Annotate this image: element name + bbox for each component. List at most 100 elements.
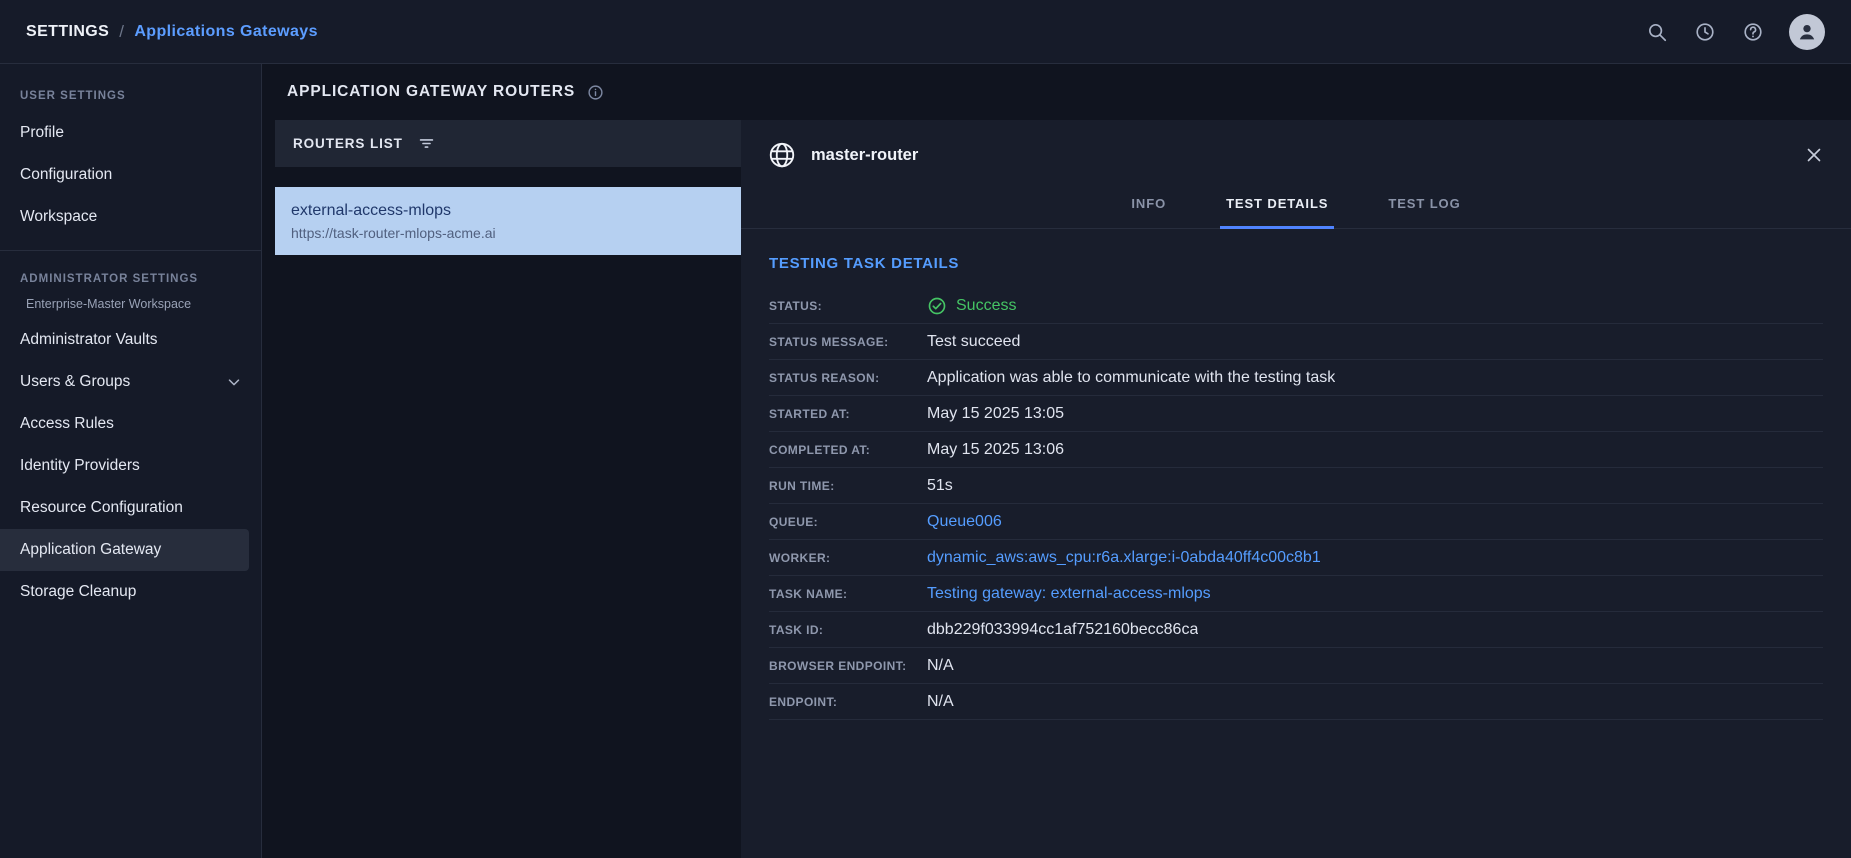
sidebar-item-storage-cleanup[interactable]: Storage Cleanup <box>0 571 261 613</box>
clock-icon[interactable] <box>1693 20 1717 44</box>
row-label: TASK ID: <box>769 623 927 637</box>
row-label: COMPLETED AT: <box>769 443 927 457</box>
queue-link[interactable]: Queue006 <box>927 513 1002 531</box>
detail-row-started-at: STARTED AT: May 15 2025 13:05 <box>769 396 1823 432</box>
sidebar: USER SETTINGS Profile Configuration Work… <box>0 64 262 858</box>
sidebar-divider <box>0 250 261 251</box>
row-label: ENDPOINT: <box>769 695 927 709</box>
row-value: N/A <box>927 693 954 711</box>
detail-row-endpoint: ENDPOINT: N/A <box>769 684 1823 720</box>
detail-row-browser-endpoint: BROWSER ENDPOINT: N/A <box>769 648 1823 684</box>
page-header: APPLICATION GATEWAY ROUTERS <box>262 64 1851 120</box>
routers-list-panel: ROUTERS LIST external-access-mlops https… <box>275 120 741 858</box>
breadcrumb: SETTINGS / Applications Gateways <box>26 22 318 42</box>
row-label: WORKER: <box>769 551 927 565</box>
row-value: Application was able to communicate with… <box>927 369 1335 387</box>
search-icon[interactable] <box>1645 20 1669 44</box>
breadcrumb-separator: / <box>119 22 124 42</box>
router-name: external-access-mlops <box>291 202 725 220</box>
tab-info[interactable]: INFO <box>1125 182 1172 228</box>
sidebar-item-administrator-vaults[interactable]: Administrator Vaults <box>0 319 261 361</box>
tab-test-log[interactable]: TEST LOG <box>1382 182 1466 228</box>
router-list-item-selected[interactable]: external-access-mlops https://task-route… <box>275 187 741 255</box>
status-text: Success <box>956 297 1016 315</box>
sidebar-item-label: Profile <box>20 124 64 142</box>
breadcrumb-current: Applications Gateways <box>134 23 318 41</box>
topbar: SETTINGS / Applications Gateways <box>0 0 1851 64</box>
admin-workspace-name: Enterprise-Master Workspace <box>0 295 261 319</box>
main-content: APPLICATION GATEWAY ROUTERS ROUTERS LIST <box>262 64 1851 858</box>
router-detail-panel: master-router INFO TEST DETAILS TEST LOG… <box>741 120 1851 858</box>
sidebar-item-label: Application Gateway <box>20 541 161 559</box>
check-circle-icon <box>927 296 947 316</box>
user-settings-section-label: USER SETTINGS <box>0 82 261 112</box>
detail-row-task-id: TASK ID: dbb229f033994cc1af752160becc86c… <box>769 612 1823 648</box>
row-value: N/A <box>927 657 954 675</box>
breadcrumb-settings[interactable]: SETTINGS <box>26 23 109 41</box>
sidebar-item-application-gateway[interactable]: Application Gateway <box>0 529 249 571</box>
row-label: BROWSER ENDPOINT: <box>769 659 927 673</box>
sidebar-item-workspace[interactable]: Workspace <box>0 196 261 238</box>
row-label: STATUS MESSAGE: <box>769 335 927 349</box>
page-title: APPLICATION GATEWAY ROUTERS <box>287 83 575 101</box>
row-label: TASK NAME: <box>769 587 927 601</box>
row-label: QUEUE: <box>769 515 927 529</box>
routers-list-header: ROUTERS LIST <box>275 120 741 167</box>
detail-tabs: INFO TEST DETAILS TEST LOG <box>741 182 1851 229</box>
row-value: May 15 2025 13:06 <box>927 441 1064 459</box>
row-value: dbb229f033994cc1af752160becc86ca <box>927 621 1198 639</box>
detail-row-completed-at: COMPLETED AT: May 15 2025 13:06 <box>769 432 1823 468</box>
panels: ROUTERS LIST external-access-mlops https… <box>262 120 1851 858</box>
details-table: STATUS: Success <box>769 288 1823 720</box>
sidebar-item-label: Storage Cleanup <box>20 583 136 601</box>
detail-header: master-router <box>741 120 1851 182</box>
tab-test-details[interactable]: TEST DETAILS <box>1220 182 1334 228</box>
app-root: SETTINGS / Applications Gateways <box>0 0 1851 858</box>
routers-list-title: ROUTERS LIST <box>293 136 403 151</box>
detail-row-run-time: RUN TIME: 51s <box>769 468 1823 504</box>
help-icon[interactable] <box>1741 20 1765 44</box>
sidebar-item-configuration[interactable]: Configuration <box>0 154 261 196</box>
detail-row-task-name: TASK NAME: Testing gateway: external-acc… <box>769 576 1823 612</box>
row-label: STATUS REASON: <box>769 371 927 385</box>
worker-link[interactable]: dynamic_aws:aws_cpu:r6a.xlarge:i-0abda40… <box>927 549 1321 567</box>
sidebar-item-access-rules[interactable]: Access Rules <box>0 403 261 445</box>
router-url: https://task-router-mlops-acme.ai <box>291 225 725 241</box>
sidebar-item-label: Administrator Vaults <box>20 331 158 349</box>
row-label: STATUS: <box>769 299 927 313</box>
sidebar-item-identity-providers[interactable]: Identity Providers <box>0 445 261 487</box>
sidebar-item-label: Workspace <box>20 208 97 226</box>
admin-settings-section-label: ADMINISTRATOR SETTINGS <box>0 265 261 295</box>
sidebar-item-users-groups[interactable]: Users & Groups <box>0 361 261 403</box>
detail-row-status: STATUS: Success <box>769 288 1823 324</box>
routers-list-body: external-access-mlops https://task-route… <box>275 167 741 858</box>
sidebar-item-label: Resource Configuration <box>20 499 183 517</box>
content-shell: USER SETTINGS Profile Configuration Work… <box>0 64 1851 858</box>
router-detail-title: master-router <box>811 146 918 165</box>
globe-icon <box>767 140 797 170</box>
sidebar-item-resource-configuration[interactable]: Resource Configuration <box>0 487 261 529</box>
detail-row-queue: QUEUE: Queue006 <box>769 504 1823 540</box>
detail-row-status-message: STATUS MESSAGE: Test succeed <box>769 324 1823 360</box>
close-icon[interactable] <box>1803 144 1825 166</box>
row-value: Test succeed <box>927 333 1020 351</box>
info-icon[interactable] <box>587 84 604 101</box>
detail-row-worker: WORKER: dynamic_aws:aws_cpu:r6a.xlarge:i… <box>769 540 1823 576</box>
sidebar-item-label: Configuration <box>20 166 112 184</box>
detail-row-status-reason: STATUS REASON: Application was able to c… <box>769 360 1823 396</box>
status-value: Success <box>927 296 1016 316</box>
task-name-link[interactable]: Testing gateway: external-access-mlops <box>927 585 1211 603</box>
topbar-actions <box>1645 14 1825 50</box>
sidebar-item-label: Users & Groups <box>20 373 130 391</box>
sidebar-item-profile[interactable]: Profile <box>0 112 261 154</box>
row-value: May 15 2025 13:05 <box>927 405 1064 423</box>
sidebar-item-label: Access Rules <box>20 415 114 433</box>
row-value: 51s <box>927 477 953 495</box>
testing-task-details-title: TESTING TASK DETAILS <box>769 255 1823 272</box>
filter-icon[interactable] <box>417 134 436 153</box>
row-label: RUN TIME: <box>769 479 927 493</box>
chevron-down-icon <box>225 373 243 391</box>
row-label: STARTED AT: <box>769 407 927 421</box>
user-avatar[interactable] <box>1789 14 1825 50</box>
sidebar-item-label: Identity Providers <box>20 457 140 475</box>
